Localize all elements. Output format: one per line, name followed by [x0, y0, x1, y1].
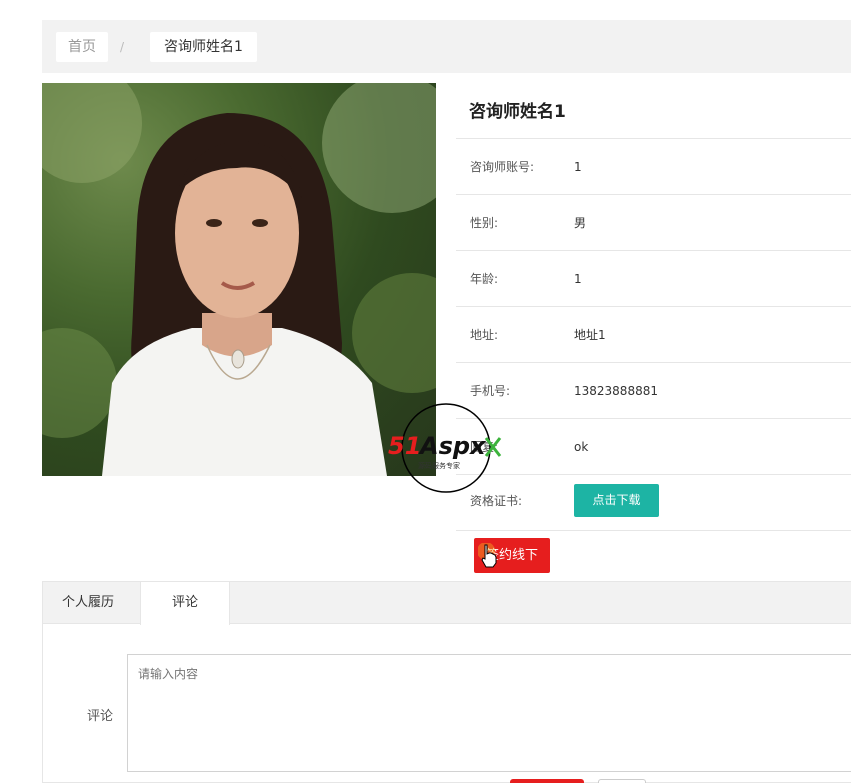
info-label: 性别: [470, 216, 499, 230]
info-value: 1 [574, 160, 582, 174]
info-row-sign: 签约线下 [456, 531, 851, 583]
info-row-age: 年龄: 1 [456, 251, 851, 307]
breadcrumb-home-link[interactable]: 首页 [56, 32, 108, 62]
info-label: 咨询师账号: [470, 160, 535, 174]
tab-bar: 个人履历 评论 [43, 582, 851, 625]
info-row-address: 地址: 地址1 [456, 307, 851, 363]
info-value: ok [574, 440, 589, 454]
counselor-info: 咨询师姓名1 咨询师账号: 1 性别: 男 年龄: 1 地址: 地址1 手机号:… [456, 83, 851, 583]
watermark-logo: 51 Aspx 源码服务专家 [388, 402, 518, 494]
reset-button[interactable] [598, 779, 646, 783]
hand-cursor-icon [478, 543, 497, 568]
info-value: 1 [574, 272, 582, 286]
counselor-name: 咨询师姓名1 [456, 83, 851, 139]
info-label: 地址: [470, 328, 499, 342]
counselor-photo [42, 83, 436, 476]
info-value: 男 [574, 216, 587, 230]
comment-input[interactable] [127, 654, 851, 772]
info-value: 13823888881 [574, 384, 658, 398]
comment-label: 评论 [87, 709, 114, 724]
info-row-gender: 性别: 男 [456, 195, 851, 251]
download-certificate-button[interactable]: 点击下载 [574, 484, 659, 517]
breadcrumb-current: 咨询师姓名1 [150, 32, 257, 62]
tabs-panel: 个人履历 评论 评论 [42, 581, 851, 783]
tab-resume[interactable]: 个人履历 [43, 582, 133, 624]
breadcrumb-separator: / [120, 40, 125, 54]
breadcrumb: 首页 / 咨询师姓名1 [42, 20, 851, 73]
info-row-account: 咨询师账号: 1 [456, 139, 851, 195]
info-value: 地址1 [574, 328, 606, 342]
tab-comment[interactable]: 评论 [140, 582, 230, 625]
submit-button[interactable] [510, 779, 584, 783]
svg-text:源码服务专家: 源码服务专家 [418, 461, 460, 470]
info-label: 年龄: [470, 272, 499, 286]
svg-text:Aspx: Aspx [418, 432, 487, 460]
svg-text:51: 51 [388, 432, 421, 460]
